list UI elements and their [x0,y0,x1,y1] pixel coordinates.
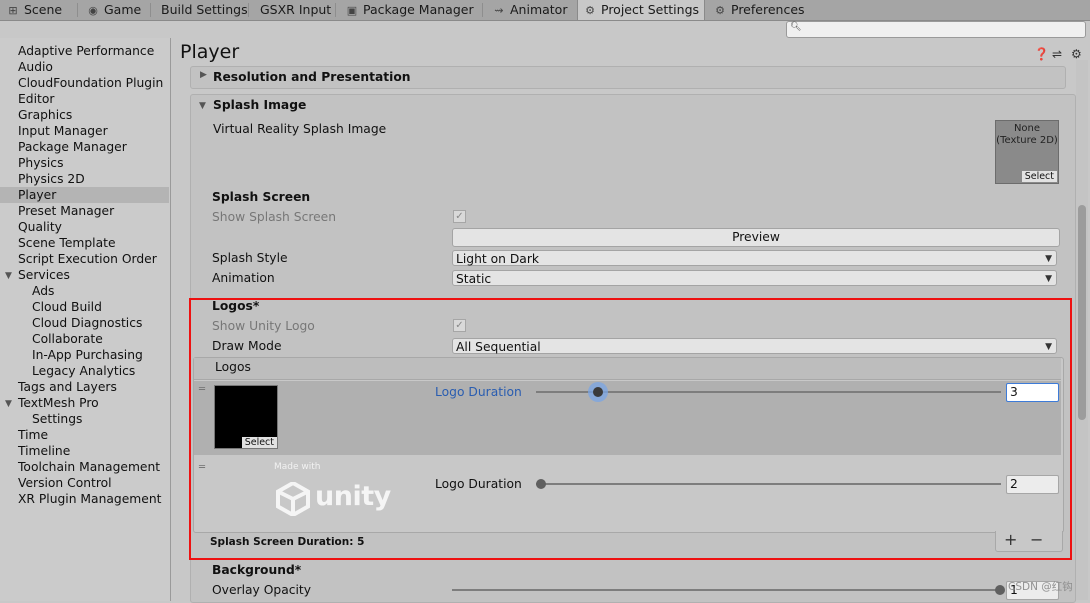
resolution-section-title: Resolution and Presentation [213,70,411,84]
overlay-opacity-slider-knob[interactable] [995,585,1005,595]
sidebar-item-quality[interactable]: Quality [0,219,169,235]
gear-icon: ⚙ [715,4,725,17]
sidebar-item-xr-plugin-management[interactable]: XR Plugin Management [0,491,169,507]
overlay-opacity-label: Overlay Opacity [212,583,312,597]
sidebar-item-legacy-analytics[interactable]: Legacy Analytics [0,363,169,379]
settings-sidebar: Adaptive Performance Audio CloudFoundati… [0,38,171,601]
sidebar-item-textmesh-pro[interactable]: TextMesh Pro [0,395,169,411]
search-icon: 🔍︎ [790,22,802,32]
sidebar-item-cloud-build[interactable]: Cloud Build [0,299,169,315]
settings-search-input[interactable] [786,21,1086,38]
foldout-collapsed-icon: ▶ [200,70,207,80]
tab-package-manager[interactable]: ▣ Package Manager [345,0,474,20]
sidebar-item-physics[interactable]: Physics [0,155,169,171]
highlight-annotation [189,298,1072,560]
package-icon: ▣ [346,4,358,17]
sidebar-item-cloudfoundation[interactable]: CloudFoundation Plugin [0,75,169,91]
sidebar-item-services[interactable]: Services [0,267,169,283]
show-splash-checkbox[interactable]: ✓ [453,210,466,223]
splash-style-label: Splash Style [212,251,288,265]
sidebar-item-audio[interactable]: Audio [0,59,169,75]
sidebar-item-ads[interactable]: Ads [0,283,169,299]
sidebar-item-timeline[interactable]: Timeline [0,443,169,459]
sidebar-item-editor[interactable]: Editor [0,91,169,107]
vr-splash-label: Virtual Reality Splash Image [213,122,387,136]
background-header: Background* [212,563,302,577]
overlay-opacity-slider[interactable] [452,589,1002,591]
sidebar-item-player[interactable]: Player [0,187,169,203]
splash-screen-header: Splash Screen [212,190,311,204]
sidebar-item-adaptive-performance[interactable]: Adaptive Performance [0,43,169,59]
tab-game[interactable]: ◉ Game [86,0,141,20]
chevron-down-icon: ▼ [1045,254,1052,264]
sidebar-item-script-execution-order[interactable]: Script Execution Order [0,251,169,267]
sidebar-item-input-manager[interactable]: Input Manager [0,123,169,139]
splash-style-dropdown[interactable]: Light on Dark ▼ [452,250,1057,266]
sidebar-item-toolchain-management[interactable]: Toolchain Management [0,459,169,475]
settings-menu-icon[interactable]: ⚙ [1071,47,1082,61]
page-title: Player [180,41,240,63]
sidebar-item-textmesh-settings[interactable]: Settings [0,411,169,427]
sidebar-item-version-control[interactable]: Version Control [0,475,169,491]
texture-select-button[interactable]: Select [1021,171,1057,182]
preview-button[interactable]: Preview [452,228,1060,247]
preset-icon[interactable]: ⇌ [1052,47,1062,61]
texture-slot-value: None (Texture 2D) [996,123,1058,146]
watermark: CSDN @红钩 [1008,581,1073,593]
gear-icon: ⚙ [585,4,595,17]
sidebar-item-in-app-purchasing[interactable]: In-App Purchasing [0,347,169,363]
sidebar-item-cloud-diagnostics[interactable]: Cloud Diagnostics [0,315,169,331]
tab-project-settings[interactable]: ⚙ Project Settings [577,0,705,20]
sidebar-item-scene-template[interactable]: Scene Template [0,235,169,251]
splash-image-title[interactable]: Splash Image [213,98,306,112]
sidebar-item-physics-2d[interactable]: Physics 2D [0,171,169,187]
sidebar-item-package-manager[interactable]: Package Manager [0,139,169,155]
foldout-expanded-icon[interactable]: ▼ [199,101,206,111]
vr-splash-texture-slot[interactable]: None (Texture 2D) Select [995,120,1059,184]
tab-animator[interactable]: ⇝ Animator [492,0,567,20]
sidebar-item-time[interactable]: Time [0,427,169,443]
show-splash-label: Show Splash Screen [212,210,337,224]
tab-preferences[interactable]: ⚙ Preferences [713,0,804,20]
animation-dropdown[interactable]: Static ▼ [452,270,1057,286]
scene-icon: ⊞ [8,4,18,17]
animation-label: Animation [212,271,275,285]
sidebar-item-graphics[interactable]: Graphics [0,107,169,123]
chevron-down-icon: ▼ [1045,274,1052,284]
scrollbar-thumb[interactable] [1078,205,1086,420]
game-icon: ◉ [88,4,98,17]
tab-gsxr-input[interactable]: GSXR Input [260,0,331,20]
animator-icon: ⇝ [494,4,504,17]
sidebar-item-tags-and-layers[interactable]: Tags and Layers [0,379,169,395]
sidebar-item-collaborate[interactable]: Collaborate [0,331,169,347]
tab-scene[interactable]: ⊞ Scene [6,0,62,20]
window-tab-bar: ⊞ Scene ◉ Game Build Settings GSXR Input ▣… [0,0,1090,21]
tab-build-settings[interactable]: Build Settings [161,0,248,20]
sidebar-item-preset-manager[interactable]: Preset Manager [0,203,169,219]
resolution-section[interactable]: ▶ Resolution and Presentation [190,66,1066,89]
help-icon[interactable]: ❓ [1034,47,1049,61]
